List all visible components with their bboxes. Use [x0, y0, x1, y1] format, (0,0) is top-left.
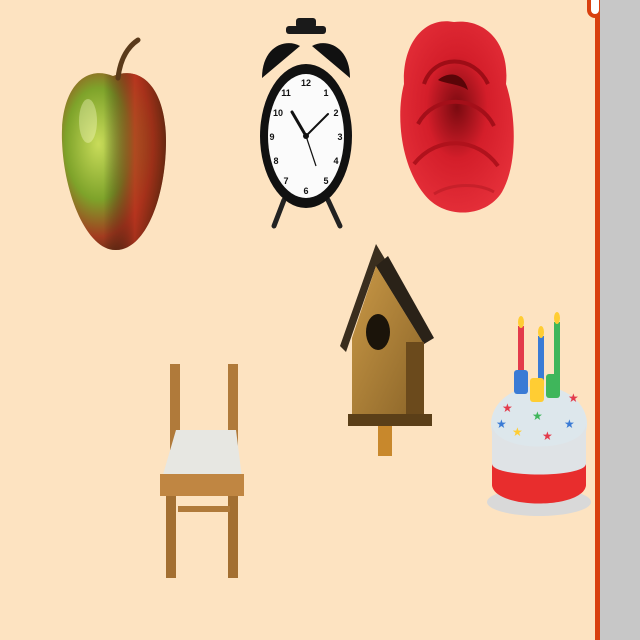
svg-text:★: ★: [502, 401, 513, 415]
svg-text:10: 10: [273, 108, 283, 118]
svg-text:8: 8: [273, 156, 278, 166]
svg-text:6: 6: [303, 186, 308, 196]
svg-text:3: 3: [337, 132, 342, 142]
svg-text:★: ★: [542, 429, 553, 443]
chair-icon: [160, 364, 244, 578]
svg-text:★: ★: [532, 409, 543, 423]
svg-text:★: ★: [564, 417, 575, 431]
alarm-clock-object[interactable]: 12 1 2 3 4 5 6 7 8 9 10 11: [256, 16, 356, 229]
svg-text:4: 4: [333, 156, 338, 166]
svg-text:9: 9: [269, 132, 274, 142]
apple-icon: [61, 37, 166, 251]
side-panel: [600, 0, 640, 640]
object-canvas: 12 1 2 3 4 5 6 7 8 9 10 11 ★ ★ ★ ★ ★ ★ ★: [0, 0, 598, 640]
svg-text:11: 11: [281, 88, 291, 98]
rose-object[interactable]: [394, 14, 518, 218]
svg-text:★: ★: [496, 417, 507, 431]
svg-text:1: 1: [323, 88, 328, 98]
birthday-cake-object[interactable]: ★ ★ ★ ★ ★ ★ ★: [484, 304, 594, 520]
chair-object[interactable]: [152, 360, 250, 580]
birthday-cake-icon: ★ ★ ★ ★ ★ ★ ★: [487, 312, 591, 516]
svg-text:5: 5: [323, 176, 328, 186]
svg-text:2: 2: [333, 108, 338, 118]
birdhouse-object[interactable]: [340, 242, 436, 458]
svg-text:12: 12: [301, 78, 311, 88]
app-stage: 12 1 2 3 4 5 6 7 8 9 10 11 ★ ★ ★ ★ ★ ★ ★: [0, 0, 640, 640]
rose-icon: [400, 21, 514, 213]
birdhouse-icon: [340, 244, 434, 456]
svg-text:7: 7: [283, 176, 288, 186]
svg-text:★: ★: [512, 425, 523, 439]
alarm-clock-icon: 12 1 2 3 4 5 6 7 8 9 10 11: [260, 18, 352, 229]
svg-text:★: ★: [568, 391, 579, 405]
apple-object[interactable]: [58, 36, 170, 254]
